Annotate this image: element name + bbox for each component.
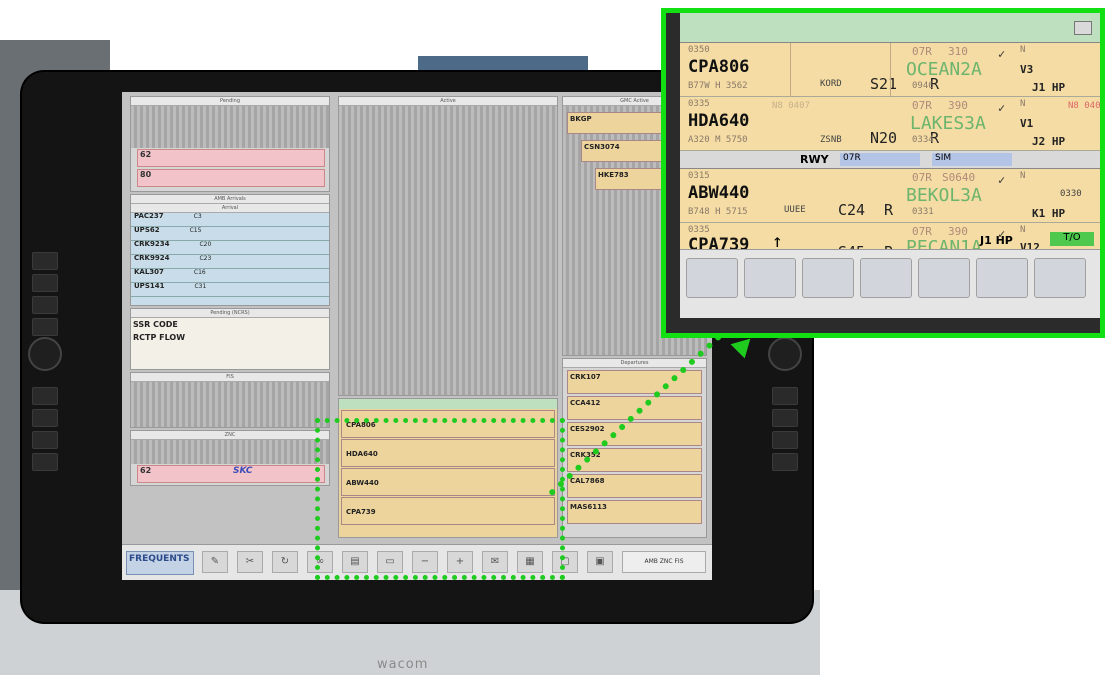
- right-express-keys-lower[interactable]: [772, 387, 798, 475]
- arrival-callsign: CRK9924: [134, 254, 170, 262]
- arrival-list: PAC237 C3 UPS62 C15 CRK9234 C20 CRK9924 C23 KAL3…: [131, 213, 329, 297]
- takeoff-tag[interactable]: T/O: [1050, 232, 1094, 246]
- arrival-strip[interactable]: PAC237 C3: [131, 213, 329, 227]
- runway-row-label: RWY: [800, 153, 829, 166]
- arrival-callsign: KAL307: [134, 268, 164, 276]
- departure-strip[interactable]: MAS6113: [567, 500, 702, 524]
- arrival-callsign: CRK9234: [134, 240, 170, 248]
- tray-icon[interactable]: [1034, 258, 1086, 298]
- folder-icon[interactable]: ▣: [587, 551, 613, 573]
- pending-ncrs-panel: Pending (NCRS) SSR CODE RCTP FLOW: [130, 308, 330, 370]
- znc-panel: ZNC 62 SKC: [130, 430, 330, 486]
- strip-minus-icon[interactable]: [802, 258, 854, 298]
- arrival-field: C3: [193, 213, 202, 220]
- zoom-toolbar: J1 HP T/O: [680, 232, 1100, 318]
- arrival-field: C23: [199, 255, 212, 262]
- active-header: Active: [339, 97, 557, 106]
- fis-panel: FIS: [130, 372, 330, 428]
- flight-strip[interactable]: 0350 CPA806 B77W H 3562 KORD S21 R 07R 3…: [680, 43, 1100, 97]
- mode-dropdown[interactable]: SIM: [932, 153, 1012, 166]
- scissors-icon[interactable]: ✂: [237, 551, 263, 573]
- ssr-code-note: SSR CODE: [131, 318, 329, 331]
- znc-header: ZNC: [131, 431, 329, 440]
- refresh-icon[interactable]: ↻: [272, 551, 298, 573]
- arrival-strip[interactable]: CRK9234 C20: [131, 241, 329, 255]
- pending-strip-2[interactable]: 80: [137, 169, 325, 187]
- pending-header: Pending: [131, 97, 329, 106]
- cpa739-hp: J1 HP: [980, 234, 1013, 247]
- znc-bay: [131, 440, 329, 464]
- departure-strip[interactable]: CAL7868: [567, 474, 702, 498]
- zoom-bay-header: [680, 13, 1100, 43]
- departures-panel: Departures CRK107 CCA412 CES2902 CRK352 CAL7…: [562, 358, 707, 538]
- left-express-keys-lower[interactable]: [32, 387, 58, 475]
- active-strip-bay-header: [339, 399, 557, 409]
- arrival-field: C16: [193, 269, 206, 276]
- arrival-strip[interactable]: KAL307 C16: [131, 269, 329, 283]
- envelope-icon[interactable]: [918, 258, 970, 298]
- arrival-field: C15: [189, 227, 202, 234]
- znc-strip-scribble: SKC: [233, 466, 253, 476]
- pending-bay: [131, 106, 329, 148]
- photo-stage: Pending 62 80 AMB Arrivals Arrival PAC23…: [0, 0, 1105, 675]
- departure-strip[interactable]: CES2902: [567, 422, 702, 446]
- znc-strip[interactable]: 62 SKC: [137, 465, 325, 483]
- bay-minimize-button[interactable]: [1074, 21, 1092, 35]
- departure-list: CRK107 CCA412 CES2902 CRK352 CAL7868 MAS6113: [563, 370, 706, 524]
- arrival-callsign: UPS141: [134, 282, 165, 290]
- arrival-strip[interactable]: CRK9924 C23: [131, 255, 329, 269]
- arrival-strip[interactable]: UPS141 C31: [131, 283, 329, 297]
- multi-strip-icon[interactable]: [976, 258, 1028, 298]
- pending-panel: Pending 62 80: [130, 96, 330, 192]
- active-panel: Active: [338, 96, 558, 396]
- fis-header: FIS: [131, 373, 329, 382]
- runway-dropdown[interactable]: 07R: [840, 153, 920, 166]
- arrival-strip[interactable]: UPS62 C15: [131, 227, 329, 241]
- amb-arrivals-panel: AMB Arrivals Arrival PAC237 C3 UPS62 C15 CRK…: [130, 194, 330, 306]
- frequents-button[interactable]: FREQUENTS: [126, 551, 194, 575]
- wacom-logo: wacom: [377, 657, 429, 672]
- pending-ncrs-header: Pending (NCRS): [131, 309, 329, 318]
- trash-icon[interactable]: [686, 258, 738, 298]
- right-touch-ring[interactable]: [768, 337, 802, 371]
- amb-arrivals-header: AMB Arrivals: [131, 195, 329, 204]
- runway-selector-row: RWY 07R SIM: [680, 151, 1100, 169]
- strip-add-icon[interactable]: [860, 258, 912, 298]
- left-touch-ring[interactable]: [28, 337, 62, 371]
- flight-strip[interactable]: 0335 HDA640 A320 M 5750 N8 0407 ZSNB N20…: [680, 97, 1100, 151]
- highlight-box: [315, 418, 565, 580]
- arrival-callsign: PAC237: [134, 212, 164, 220]
- pending-strip-1[interactable]: 62: [137, 149, 325, 167]
- rctp-flow-note: RCTP FLOW: [131, 331, 329, 344]
- pen-tool-icon[interactable]: ✎: [202, 551, 228, 573]
- amb-znc-fis-button[interactable]: AMB ZNC FIS: [622, 551, 706, 573]
- strip-view-icon[interactable]: [744, 258, 796, 298]
- arrival-field: C20: [199, 241, 212, 248]
- left-express-keys[interactable]: [32, 252, 58, 340]
- arrival-field: C31: [194, 283, 207, 290]
- flight-strip[interactable]: 0315 ABW440 B748 H 5715 UUEE C24 R 07R S…: [680, 169, 1100, 223]
- arrival-callsign: UPS62: [134, 226, 160, 234]
- zoomed-strip-panel: 0350 CPA806 B77W H 3562 KORD S21 R 07R 3…: [661, 8, 1105, 338]
